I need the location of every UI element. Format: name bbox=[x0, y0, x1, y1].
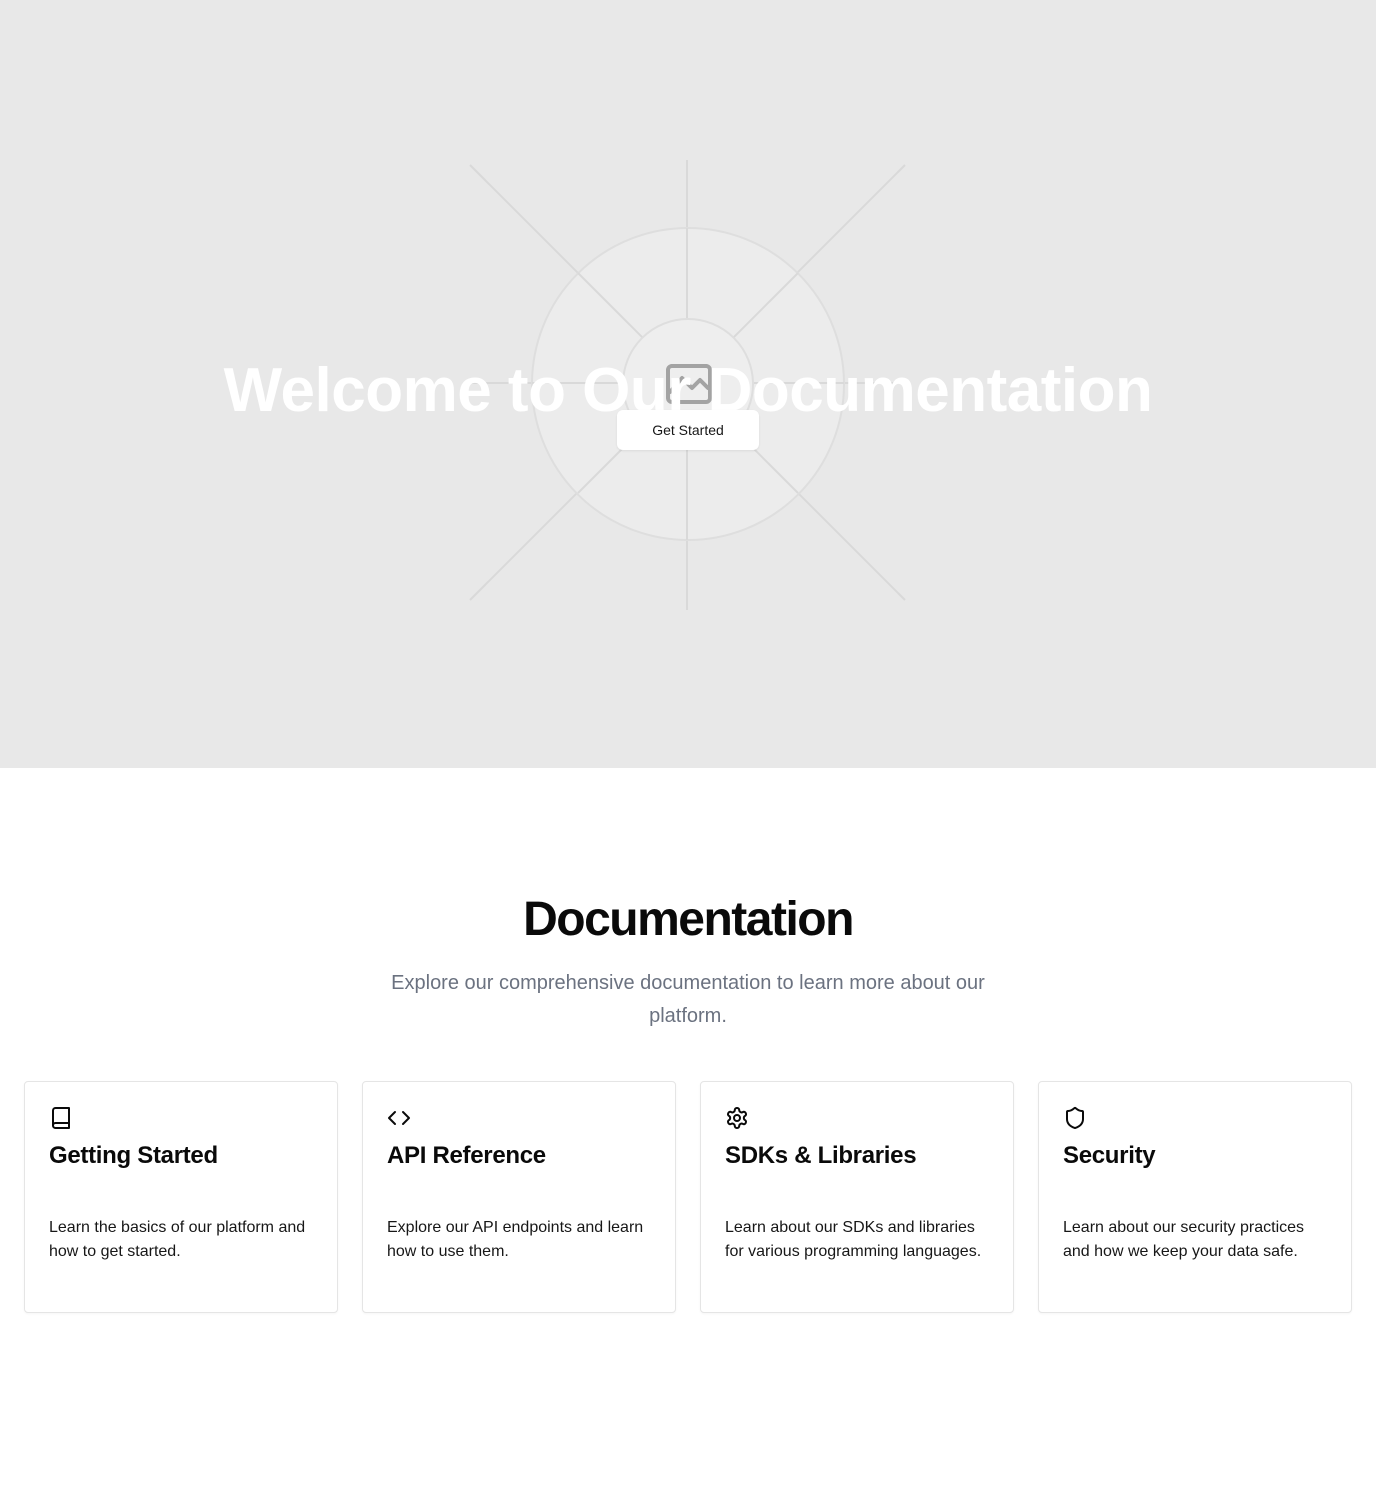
hero-section: Welcome to Our Documentation Get Started bbox=[0, 0, 1376, 768]
gear-icon bbox=[725, 1106, 749, 1130]
code-icon bbox=[387, 1106, 411, 1130]
book-icon bbox=[49, 1106, 73, 1130]
get-started-button[interactable]: Get Started bbox=[617, 410, 759, 450]
documentation-section: Documentation Explore our comprehensive … bbox=[0, 768, 1376, 1489]
card-title: Getting Started bbox=[49, 1142, 218, 1169]
card-description: Learn the basics of our platform and how… bbox=[49, 1219, 306, 1260]
card-sdks-libraries[interactable]: SDKs & Libraries Learn about our SDKs an… bbox=[700, 1081, 1014, 1313]
card-description: Explore our API endpoints and learn how … bbox=[387, 1219, 644, 1260]
card-title: Security bbox=[1063, 1142, 1156, 1169]
card-description: Learn about our SDKs and libraries for v… bbox=[725, 1219, 982, 1260]
card-title: SDKs & Libraries bbox=[725, 1142, 917, 1169]
card-api-reference[interactable]: API Reference Explore our API endpoints … bbox=[362, 1081, 676, 1313]
section-subtitle: Explore our comprehensive documentation … bbox=[391, 972, 985, 1027]
card-title: API Reference bbox=[387, 1142, 546, 1169]
shield-icon bbox=[1063, 1106, 1087, 1130]
card-description: Learn about our security practices and h… bbox=[1063, 1219, 1305, 1260]
card-security[interactable]: Security Learn about our security practi… bbox=[1038, 1081, 1352, 1313]
section-title: Documentation bbox=[523, 893, 854, 946]
card-getting-started[interactable]: Getting Started Learn the basics of our … bbox=[24, 1081, 338, 1313]
